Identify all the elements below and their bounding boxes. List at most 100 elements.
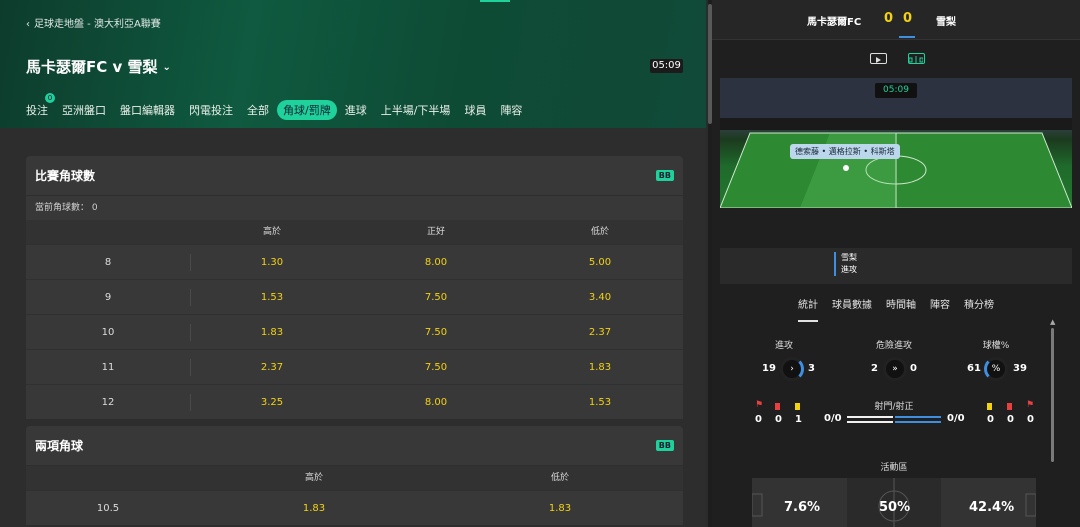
tab-players[interactable]: 球員 <box>464 102 486 118</box>
col-exact: 正好 <box>426 227 445 237</box>
possession-away: 39 <box>1013 363 1027 374</box>
tab-asian[interactable]: 亞洲盤口 <box>62 102 106 118</box>
corner-flag-icon: ⚑ <box>755 400 764 410</box>
home-score: 0 <box>884 11 894 26</box>
match-header: ‹ 足球走地盤 - 澳大利亞A聯賽 馬卡瑟爾FC v 雪梨 ⌄ 05:09 投注 0 … <box>0 0 706 128</box>
tab-lineup[interactable]: 陣容 <box>930 290 950 322</box>
scrollbar-thumb[interactable] <box>1051 328 1054 462</box>
shots-bar-home <box>847 416 893 418</box>
market-title: 比賽角球數 <box>35 169 96 183</box>
shots-away: 0/0 <box>947 413 965 424</box>
player-caption: 德索藤 • 邁格拉斯 • 科斯塔 <box>790 144 900 159</box>
current-corners: 當前角球數： 0 <box>35 203 98 213</box>
activity-left-pct: 7.6% <box>784 500 821 515</box>
odds-under[interactable]: 2.37 <box>560 315 640 350</box>
yellow-card-icon <box>987 403 992 410</box>
breadcrumb[interactable]: ‹ 足球走地盤 - 澳大利亞A聯賽 <box>26 15 161 30</box>
possession-gauge: % <box>984 357 1008 381</box>
odds-exact[interactable]: 7.50 <box>396 280 476 315</box>
odds-exact[interactable]: 8.00 <box>396 245 476 280</box>
live-pitch: 05:09 德索藤 • 邁格拉斯 • 科斯塔 <box>720 78 1072 248</box>
odds-exact[interactable]: 7.50 <box>396 350 476 385</box>
attacks-gauge: › <box>780 357 804 381</box>
tab-bets[interactable]: 投注 0 <box>26 93 55 118</box>
away-score-underline <box>899 36 915 38</box>
activity-right-pct: 42.4% <box>969 500 1015 515</box>
video-icon[interactable] <box>870 53 887 64</box>
match-centre: 馬卡瑟爾FC 0 0 雪梨 05:09 德索藤 • 邁格拉斯 • 科斯塔 雪梨 … <box>712 0 1080 527</box>
tab-lineups[interactable]: 陣容 <box>500 102 522 118</box>
media-switch <box>712 48 1080 70</box>
pitch-icon[interactable] <box>908 53 925 64</box>
ball-marker <box>843 165 849 171</box>
line-label: 9 <box>104 292 112 303</box>
odds-under[interactable]: 1.83 <box>520 491 600 526</box>
dangerous-away: 0 <box>910 363 917 374</box>
divider <box>190 289 191 306</box>
table-row: 8 1.30 8.00 5.00 <box>26 244 683 279</box>
odds-exact[interactable]: 8.00 <box>396 385 476 420</box>
table-row: 11 2.37 7.50 1.83 <box>26 349 683 384</box>
header-accent-bar <box>480 0 510 2</box>
odds-over[interactable]: 1.30 <box>232 245 312 280</box>
col-under: 低於 <box>550 473 569 483</box>
match-title-label: 馬卡瑟爾FC v 雪梨 <box>26 58 158 76</box>
divider <box>190 324 191 341</box>
ontarget-bar-home <box>847 421 893 423</box>
odds-over[interactable]: 1.83 <box>274 491 354 526</box>
table-header: 高於 正好 低於 <box>26 220 683 244</box>
tab-timeline[interactable]: 時間軸 <box>886 290 916 322</box>
home-corners: 0 <box>755 414 762 425</box>
line-label: 12 <box>101 397 115 408</box>
corner-flag-icon: ⚑ <box>1026 400 1035 410</box>
tab-standings[interactable]: 積分榜 <box>964 290 994 322</box>
odds-under[interactable]: 3.40 <box>560 280 640 315</box>
away-red: 0 <box>1007 414 1014 425</box>
odds-under[interactable]: 5.00 <box>560 245 640 280</box>
market-two-way-corners: 兩項角球 BB 高於 低於 10.5 1.83 1.83 <box>26 426 683 525</box>
stat-label-dangerous: 危險進攻 <box>875 341 912 351</box>
field-icon <box>908 56 924 64</box>
tab-player-stats[interactable]: 球員數據 <box>832 290 872 322</box>
tab-editor[interactable]: 盤口編輯器 <box>120 102 175 118</box>
tab-all[interactable]: 全部 <box>247 102 269 118</box>
play-icon <box>876 57 881 63</box>
stat-label-possession: 球權% <box>982 341 1010 351</box>
pitch-clock: 05:09 <box>875 83 917 98</box>
tab-corners-cards[interactable]: 角球/罰牌 <box>277 100 337 120</box>
scoreboard: 馬卡瑟爾FC 0 0 雪梨 <box>712 0 1080 40</box>
dangerous-gauge: » <box>883 357 907 381</box>
chevron-down-icon: ⌄ <box>162 62 171 73</box>
market-header[interactable]: 兩項角球 BB <box>26 426 683 466</box>
line-label: 8 <box>104 257 112 268</box>
market-header[interactable]: 比賽角球數 BB <box>26 156 683 196</box>
tab-flash[interactable]: 閃電投注 <box>189 102 233 118</box>
activity-zones: 7.6% 50% 42.4% <box>752 478 1036 527</box>
divider <box>190 254 191 271</box>
market-title: 兩項角球 <box>35 439 84 453</box>
line-label: 10 <box>101 327 115 338</box>
stats-tabs: 統計 球員數據 時間軸 陣容 積分榜 <box>712 290 1080 322</box>
red-card-icon <box>1007 403 1012 410</box>
table-row: 9 1.53 7.50 3.40 <box>26 279 683 314</box>
ontarget-bar-away <box>895 421 941 423</box>
odds-exact[interactable]: 7.50 <box>396 315 476 350</box>
match-title[interactable]: 馬卡瑟爾FC v 雪梨 ⌄ <box>26 56 171 77</box>
odds-under[interactable]: 1.83 <box>560 350 640 385</box>
chevron-left-icon: ‹ <box>26 19 30 30</box>
scroll-up-icon[interactable]: ▲ <box>1050 318 1055 326</box>
odds-over[interactable]: 3.25 <box>232 385 312 420</box>
dangerous-home: 2 <box>871 363 878 374</box>
line-label: 10.5 <box>96 503 120 514</box>
stats-scrollbar[interactable]: ▲ <box>1050 318 1055 462</box>
odds-over[interactable]: 2.37 <box>232 350 312 385</box>
home-yellow: 1 <box>795 414 802 425</box>
odds-over[interactable]: 1.53 <box>232 280 312 315</box>
tab-goals[interactable]: 進球 <box>345 102 367 118</box>
tab-stats[interactable]: 統計 <box>798 290 818 322</box>
stat-label-activity: 活動區 <box>880 463 908 473</box>
tab-halves[interactable]: 上半場/下半場 <box>381 102 451 118</box>
odds-under[interactable]: 1.53 <box>560 385 640 420</box>
odds-over[interactable]: 1.83 <box>232 315 312 350</box>
red-card-icon <box>775 403 780 410</box>
